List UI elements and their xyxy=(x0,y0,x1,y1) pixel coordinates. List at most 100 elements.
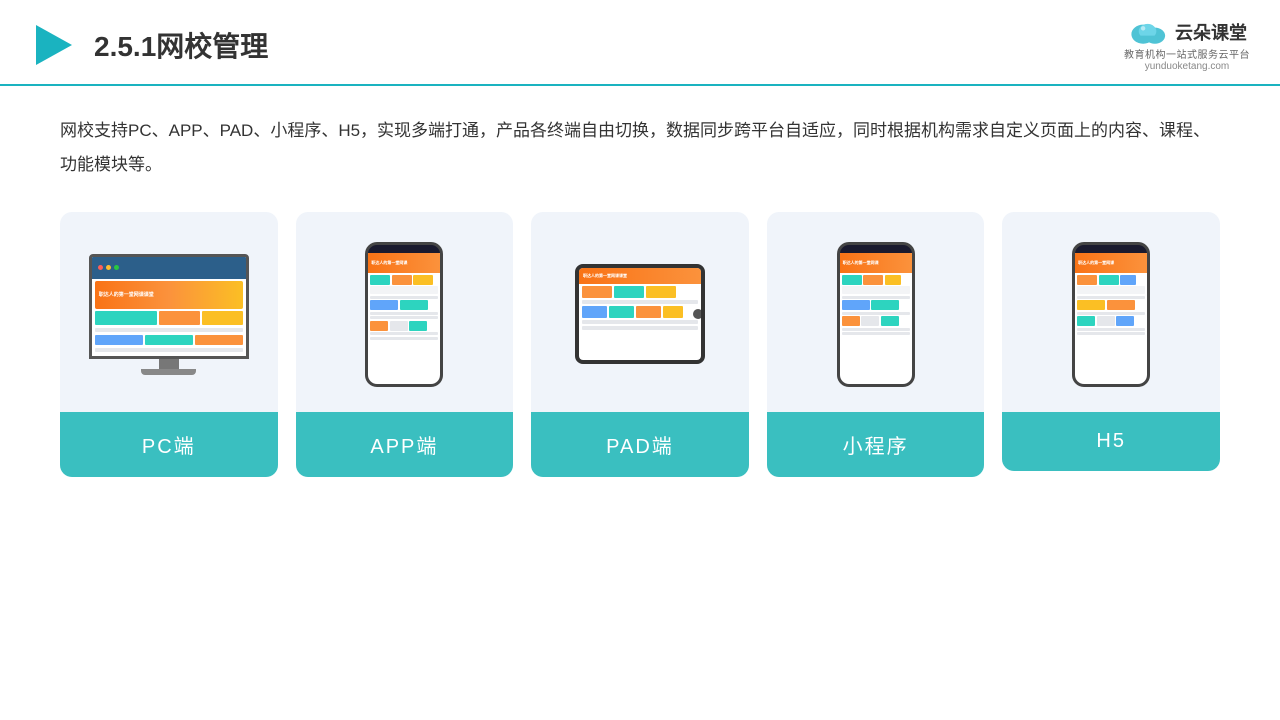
tc-3 xyxy=(646,286,676,298)
h5-7 xyxy=(1097,316,1115,326)
mini-row-1 xyxy=(842,275,910,285)
device-label-h5: H5 xyxy=(1002,412,1220,471)
device-image-app: 职达人的第一堂网课 xyxy=(296,212,514,412)
mini-full-1 xyxy=(842,286,910,294)
phone-content-app xyxy=(368,273,440,342)
h5-4 xyxy=(1077,300,1105,310)
mini-3 xyxy=(885,275,901,285)
mini-5 xyxy=(871,300,899,310)
header-left: 2.5.1网校管理 xyxy=(30,21,268,69)
dot-red xyxy=(98,265,103,270)
h5-line-4 xyxy=(1077,332,1145,335)
pcb-2 xyxy=(392,275,412,285)
phone-top-text-miniapp: 职达人的第一堂网课 xyxy=(843,260,879,266)
logo-name: 云朵课堂 xyxy=(1175,19,1247,45)
phone-screen-miniapp: 职达人的第一堂网课 xyxy=(840,253,912,384)
mc-line-2 xyxy=(95,348,243,352)
pcb-line-1 xyxy=(370,296,438,299)
device-card-pad: 职达人的第一堂网课课堂 xyxy=(531,212,749,477)
monitor-stand-top xyxy=(159,359,179,369)
mc-row-1 xyxy=(95,311,243,325)
pcb-4 xyxy=(370,300,398,310)
h5-row-3 xyxy=(1077,316,1145,326)
devices-row: 职达人的第一堂网课课堂 xyxy=(60,212,1220,477)
mini-1 xyxy=(842,275,862,285)
mini-2 xyxy=(863,275,883,285)
tc-row-2 xyxy=(582,306,698,318)
tc-row-1 xyxy=(582,286,698,298)
tablet-content xyxy=(579,284,701,332)
tablet-wrapper: 职达人的第一堂网课课堂 xyxy=(575,264,705,364)
phone-top-bar-miniapp: 职达人的第一堂网课 xyxy=(840,253,912,273)
tc-5 xyxy=(609,306,634,318)
mc-row-2 xyxy=(95,335,243,345)
main-content: 网校支持PC、APP、PAD、小程序、H5，实现多端打通，产品各终端自由切换，数… xyxy=(0,86,1280,497)
mini-4 xyxy=(842,300,870,310)
mini-line-1 xyxy=(842,296,910,299)
play-icon xyxy=(30,21,78,69)
mc-banner-text: 职达人的第一堂网课课堂 xyxy=(99,291,154,298)
phone-body-app: 职达人的第一堂网课 xyxy=(365,242,443,387)
device-card-miniapp: 职达人的第一堂网课 xyxy=(767,212,985,477)
h5-6 xyxy=(1077,316,1095,326)
phone-content-miniapp xyxy=(840,273,912,338)
tc-7 xyxy=(663,306,683,318)
h5-5 xyxy=(1107,300,1135,310)
monitor-stand-base xyxy=(141,369,196,375)
pcb-7 xyxy=(390,321,408,331)
pcb-row-1 xyxy=(370,275,438,285)
pcb-line-4 xyxy=(370,332,438,335)
logo-tagline: 教育机构一站式服务云平台 xyxy=(1124,46,1250,61)
device-image-h5: 职达人的第一堂网课 xyxy=(1002,212,1220,412)
phone-h5: 职达人的第一堂网课 xyxy=(1072,242,1150,387)
tc-2 xyxy=(614,286,644,298)
tablet-top-text: 职达人的第一堂网课课堂 xyxy=(583,273,627,279)
dot-yellow xyxy=(106,265,111,270)
mc-banner: 职达人的第一堂网课课堂 xyxy=(95,281,243,309)
page-title: 2.5.1网校管理 xyxy=(94,25,268,65)
phone-miniapp: 职达人的第一堂网课 xyxy=(837,242,915,387)
tablet-screen: 职达人的第一堂网课课堂 xyxy=(579,268,701,360)
phone-top-text-h5: 职达人的第一堂网课 xyxy=(1078,260,1114,266)
pcb-line-3 xyxy=(370,316,438,319)
logo-area: 云朵课堂 教育机构一站式服务云平台 yunduoketang.com xyxy=(1124,18,1250,72)
mc-line-1 xyxy=(95,328,243,332)
h5-line-2 xyxy=(1077,312,1145,315)
device-image-miniapp: 职达人的第一堂网课 xyxy=(767,212,985,412)
tc-6 xyxy=(636,306,661,318)
tablet-home-button xyxy=(693,309,703,319)
phone-top-bar-app: 职达人的第一堂网课 xyxy=(368,253,440,273)
monitor-topbar xyxy=(92,257,246,279)
phone-body-miniapp: 职达人的第一堂网课 xyxy=(837,242,915,387)
monitor-screen-inner: 职达人的第一堂网课课堂 xyxy=(92,257,246,356)
h5-2 xyxy=(1099,275,1119,285)
cloud-icon xyxy=(1127,18,1171,46)
device-card-app: 职达人的第一堂网课 xyxy=(296,212,514,477)
h5-row-1 xyxy=(1077,275,1145,285)
logo-url: yunduoketang.com xyxy=(1145,61,1230,72)
h5-8 xyxy=(1116,316,1134,326)
mc-block-4 xyxy=(95,335,143,345)
mc-block-2 xyxy=(159,311,200,325)
h5-line-3 xyxy=(1077,328,1145,331)
pcb-line-5 xyxy=(370,337,438,340)
mini-8 xyxy=(881,316,899,326)
h5-row-2 xyxy=(1077,300,1145,310)
monitor-content: 职达人的第一堂网课课堂 xyxy=(92,279,246,356)
pcb-3 xyxy=(413,275,433,285)
phone-notch-app xyxy=(390,245,418,253)
phone-notch-h5 xyxy=(1097,245,1125,253)
description-text: 网校支持PC、APP、PAD、小程序、H5，实现多端打通，产品各终端自由切换，数… xyxy=(60,114,1220,182)
tablet-top-bar: 职达人的第一堂网课课堂 xyxy=(579,268,701,284)
device-image-pad: 职达人的第一堂网课课堂 xyxy=(531,212,749,412)
h5-1 xyxy=(1077,275,1097,285)
mc-block-3 xyxy=(202,311,243,325)
phone-body-h5: 职达人的第一堂网课 xyxy=(1072,242,1150,387)
phone-content-h5 xyxy=(1075,273,1147,338)
pcb-full-1 xyxy=(370,286,438,294)
pcb-6 xyxy=(370,321,388,331)
phone-app: 职达人的第一堂网课 xyxy=(365,242,443,387)
monitor-screen: 职达人的第一堂网课课堂 xyxy=(89,254,249,359)
mini-7 xyxy=(861,316,879,326)
mc-block-1 xyxy=(95,311,157,325)
